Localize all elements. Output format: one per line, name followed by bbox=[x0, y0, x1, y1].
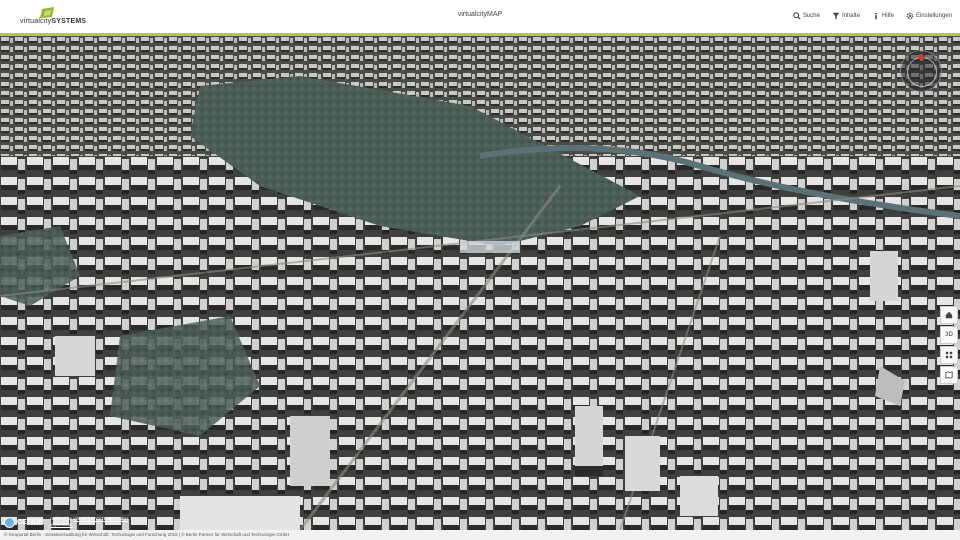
cesium-icon bbox=[4, 516, 15, 528]
nav-contents[interactable]: Inhalte bbox=[832, 12, 860, 20]
nav-help[interactable]: Hilfe bbox=[872, 12, 894, 20]
nav-search[interactable]: Suche bbox=[793, 12, 820, 20]
search-icon bbox=[793, 12, 801, 20]
cesium-label: CESIUM bbox=[17, 518, 45, 526]
city-rendering bbox=[0, 36, 960, 530]
credits: CESIUM realized by virtualcitySYSTEMS Gm… bbox=[4, 515, 128, 529]
map-icon bbox=[945, 371, 953, 379]
logo-text: virtualcitySYSTEMS bbox=[20, 18, 87, 25]
top-nav: Suche Inhalte Hilfe Einstellungen bbox=[793, 12, 952, 20]
filter-icon bbox=[832, 12, 840, 20]
gear-icon bbox=[906, 12, 914, 20]
nav-settings[interactable]: Einstellungen bbox=[906, 12, 952, 20]
home-button[interactable] bbox=[940, 306, 958, 324]
grid-icon bbox=[945, 351, 953, 359]
home-icon bbox=[945, 311, 953, 319]
attribution-footer: © Geoportal Berlin · Senatsverwaltung fü… bbox=[0, 530, 960, 540]
nav-contents-label: Inhalte bbox=[841, 13, 860, 19]
map-controls: 3D bbox=[940, 306, 958, 384]
app-header: virtualcitySYSTEMS virtualcityMAP Suche … bbox=[0, 0, 960, 33]
impressum-link[interactable]: Impressum bbox=[50, 522, 72, 527]
realized-by: realized by virtualcitySYSTEMS GmbH Impr… bbox=[50, 516, 128, 528]
nav-help-label: Hilfe bbox=[881, 13, 894, 19]
3d-toggle-button[interactable]: 3D bbox=[940, 326, 958, 344]
nav-search-label: Suche bbox=[802, 13, 820, 19]
made-by-link[interactable]: virtualcitySYSTEMS GmbH bbox=[73, 516, 128, 521]
cesium-logo[interactable]: CESIUM bbox=[4, 516, 45, 528]
grid-view-button[interactable] bbox=[940, 346, 958, 364]
2d-map-button[interactable] bbox=[940, 366, 958, 384]
compass-north-icon bbox=[918, 54, 924, 60]
navigation-compass[interactable] bbox=[900, 50, 942, 92]
3d-city-map-viewport[interactable] bbox=[0, 36, 960, 530]
nav-settings-label: Einstellungen bbox=[915, 13, 952, 19]
compass-ring[interactable] bbox=[907, 57, 937, 87]
info-icon bbox=[875, 12, 877, 20]
made-by-label: realized by bbox=[50, 516, 72, 521]
